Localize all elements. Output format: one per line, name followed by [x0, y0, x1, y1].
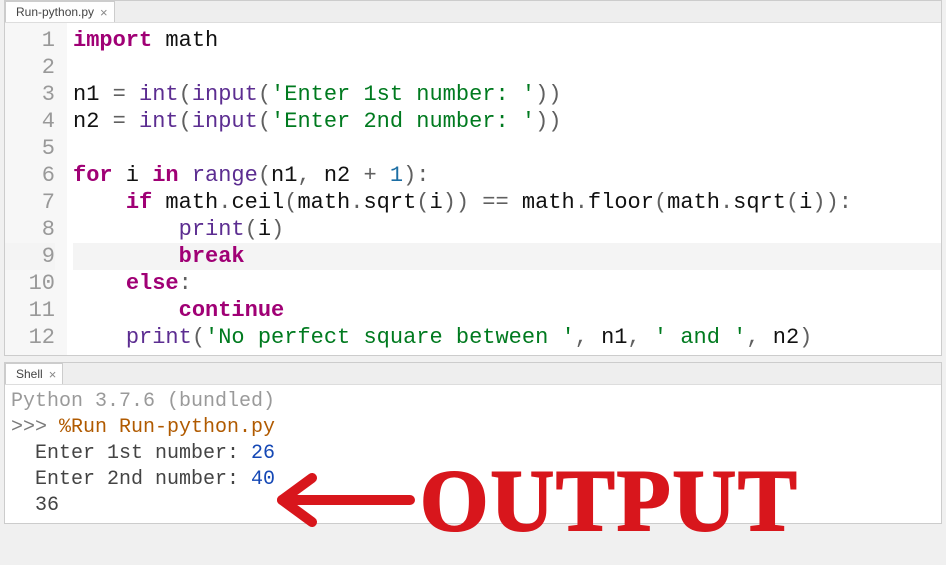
- shell-line: Enter 1st number: 26: [11, 441, 935, 467]
- code-line[interactable]: print('No perfect square between ', n1, …: [73, 324, 941, 351]
- shell-tab-bar: Shell ×: [5, 363, 941, 385]
- line-number: 12: [5, 324, 55, 351]
- close-icon[interactable]: ×: [49, 368, 57, 381]
- code-line[interactable]: [73, 135, 941, 162]
- shell-line: 36: [11, 493, 935, 519]
- code-line[interactable]: print(i): [73, 216, 941, 243]
- editor-tab-bar: Run-python.py ×: [5, 1, 941, 23]
- line-number: 11: [5, 297, 55, 324]
- code-line[interactable]: n1 = int(input('Enter 1st number: ')): [73, 81, 941, 108]
- code-line[interactable]: n2 = int(input('Enter 2nd number: ')): [73, 108, 941, 135]
- shell-line: Enter 2nd number: 40: [11, 467, 935, 493]
- line-number: 9: [5, 243, 55, 270]
- code-line[interactable]: else:: [73, 270, 941, 297]
- line-number: 3: [5, 81, 55, 108]
- line-number: 10: [5, 270, 55, 297]
- code-line[interactable]: if math.ceil(math.sqrt(i)) == math.floor…: [73, 189, 941, 216]
- line-number-gutter: 123456789101112: [5, 23, 67, 355]
- shell-panel: Shell × Python 3.7.6 (bundled)>>> %Run R…: [4, 362, 942, 524]
- editor-tab[interactable]: Run-python.py ×: [5, 1, 115, 22]
- line-number: 1: [5, 27, 55, 54]
- close-icon[interactable]: ×: [100, 6, 108, 19]
- editor-panel: Run-python.py × 123456789101112 import m…: [4, 0, 942, 356]
- code-line[interactable]: break: [73, 243, 941, 270]
- code-editor[interactable]: 123456789101112 import math n1 = int(inp…: [5, 23, 941, 355]
- code-content[interactable]: import math n1 = int(input('Enter 1st nu…: [67, 23, 941, 355]
- editor-tab-label: Run-python.py: [16, 5, 94, 19]
- line-number: 4: [5, 108, 55, 135]
- code-line[interactable]: for i in range(n1, n2 + 1):: [73, 162, 941, 189]
- line-number: 7: [5, 189, 55, 216]
- shell-tab-label: Shell: [16, 361, 43, 387]
- code-line[interactable]: continue: [73, 297, 941, 324]
- shell-tab[interactable]: Shell ×: [5, 363, 63, 384]
- line-number: 5: [5, 135, 55, 162]
- code-line[interactable]: import math: [73, 27, 941, 54]
- shell-line: Python 3.7.6 (bundled): [11, 389, 935, 415]
- line-number: 6: [5, 162, 55, 189]
- shell-output[interactable]: Python 3.7.6 (bundled)>>> %Run Run-pytho…: [5, 385, 941, 523]
- code-line[interactable]: [73, 54, 941, 81]
- line-number: 8: [5, 216, 55, 243]
- shell-line: >>> %Run Run-python.py: [11, 415, 935, 441]
- line-number: 2: [5, 54, 55, 81]
